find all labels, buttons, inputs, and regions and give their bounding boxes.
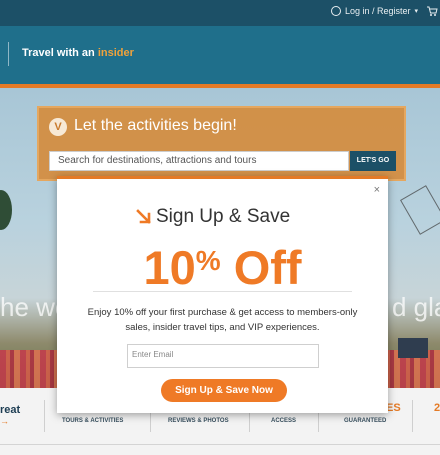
discount-number: 10: [143, 241, 196, 294]
login-label: Log in / Register: [344, 6, 411, 16]
value-prop-reviews: REVIEWS & PHOTOS: [168, 418, 229, 424]
strip-bottom-rule: [0, 444, 440, 445]
arrow-down-right-icon: [136, 209, 152, 225]
login-register-link[interactable]: Log in / Register ▾: [330, 6, 418, 16]
signup-modal: × Sign Up & Save 10% Off Enjoy 10% off y…: [57, 176, 388, 413]
close-icon[interactable]: ×: [374, 184, 380, 196]
top-bar: Log in / Register ▾: [0, 0, 440, 26]
discount-percent: %: [195, 245, 221, 276]
site-tagline: Travel with an insider: [22, 47, 134, 59]
modal-title: Sign Up & Save: [156, 206, 291, 227]
strip-divider: [44, 400, 45, 432]
partial-heading: reat: [0, 404, 21, 416]
tagline-accent: insider: [97, 47, 134, 59]
cart-icon[interactable]: [426, 5, 438, 17]
value-prop-partial-2: 2: [434, 402, 440, 414]
signup-button[interactable]: Sign Up & Save Now: [161, 379, 287, 402]
house-shape: [398, 338, 428, 358]
value-prop-access: ACCESS: [271, 418, 297, 424]
strip-divider: [412, 400, 413, 432]
offer-description: Enjoy 10% off your first purchase & get …: [87, 307, 358, 333]
site-header: Travel with an insider: [0, 26, 440, 84]
search-headline: Let the activities begin!: [74, 117, 237, 134]
hero-text-right: d glas: [392, 292, 440, 322]
tagline-prefix: Travel with an: [22, 47, 95, 59]
value-prop-tours: TOURS & ACTIVITIES: [62, 418, 124, 424]
discount-word: Off: [233, 241, 302, 294]
chevron-down-icon: ▾: [414, 8, 418, 15]
modal-divider: [93, 291, 352, 292]
header-divider: [8, 42, 9, 66]
discount-headline: 10% Off: [57, 236, 388, 293]
brand-logo-icon: V: [49, 118, 67, 136]
arrow-icon[interactable]: →: [0, 416, 9, 426]
user-icon: [330, 6, 341, 16]
value-prop-guaranteed: GUARANTEED: [344, 418, 387, 424]
lets-go-button[interactable]: LET'S GO: [350, 151, 396, 171]
activity-search-panel: V Let the activities begin! Search for d…: [37, 106, 406, 181]
destination-search-input[interactable]: Search for destinations, attractions and…: [49, 151, 349, 171]
email-field[interactable]: Enter Email: [127, 344, 319, 368]
value-prop-partial: ES: [386, 402, 401, 414]
